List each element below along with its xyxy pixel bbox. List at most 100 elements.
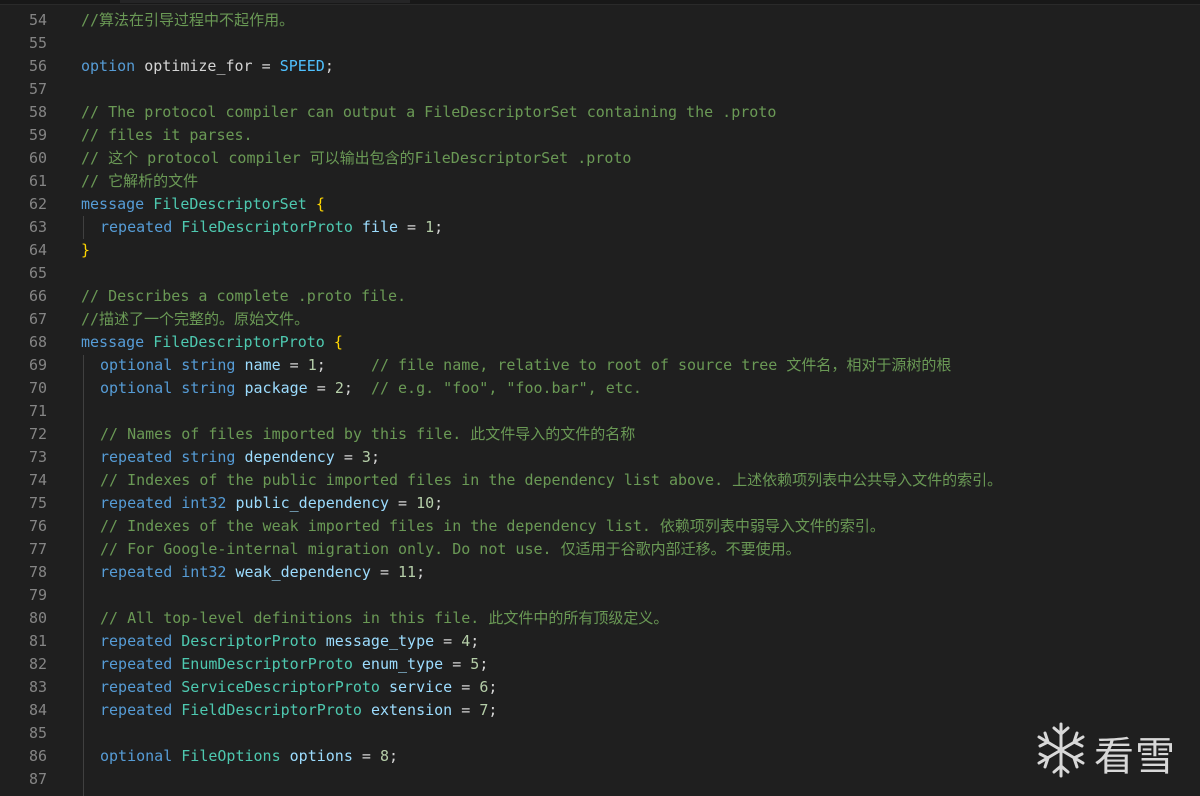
line-code[interactable]: //算法在引导过程中不起作用。 xyxy=(81,9,294,32)
code-line[interactable]: 82 repeated EnumDescriptorProto enum_type… xyxy=(0,653,1200,676)
line-code[interactable]: message FileDescriptorProto { xyxy=(81,331,343,354)
code-token: optional xyxy=(100,747,173,765)
code-token: 7 xyxy=(479,701,489,719)
line-number: 67 xyxy=(28,310,47,328)
code-line[interactable]: 83 repeated ServiceDescriptorProto servic… xyxy=(0,676,1200,699)
code-line[interactable]: 66 // Describes a complete .proto file. xyxy=(0,285,1200,308)
code-token: ; xyxy=(316,356,371,374)
code-line[interactable]: 76 // Indexes of the weak imported files … xyxy=(0,515,1200,538)
code-line[interactable]: 81 repeated DescriptorProto message_type … xyxy=(0,630,1200,653)
code-line[interactable]: 62 message FileDescriptorSet { xyxy=(0,193,1200,216)
code-line[interactable]: 55 xyxy=(0,32,1200,55)
code-line[interactable]: 65 xyxy=(0,262,1200,285)
code-line[interactable]: 75 repeated int32 public_dependency = 10; xyxy=(0,492,1200,515)
line-code[interactable]: // Describes a complete .proto file. xyxy=(81,285,406,308)
code-editor[interactable]: 54 //算法在引导过程中不起作用。 55 56 option optimize_for… xyxy=(0,0,1200,796)
line-code[interactable]: // All top-level definitions in this fil… xyxy=(100,607,668,630)
line-code[interactable]: optional string package = 2; // e.g. "fo… xyxy=(100,377,642,400)
line-code[interactable]: repeated FieldDescriptorProto extension … xyxy=(100,699,497,722)
code-token: file xyxy=(361,218,399,236)
indent-guide-fdp xyxy=(83,355,84,796)
code-token: // Indexes of the weak imported files in… xyxy=(100,517,885,535)
line-code[interactable]: //描述了一个完整的。原始文件。 xyxy=(81,308,309,331)
line-code[interactable]: // 它解析的文件 xyxy=(81,170,198,193)
line-number: 54 xyxy=(28,11,47,29)
line-code[interactable]: message FileDescriptorSet { xyxy=(81,193,325,216)
code-token: repeated xyxy=(100,448,173,466)
code-line[interactable]: 72 // Names of files imported by this fil… xyxy=(0,423,1200,446)
code-token: string xyxy=(181,356,236,374)
code-token: // The protocol compiler can output a Fi… xyxy=(81,103,777,121)
code-token: ; xyxy=(434,218,444,236)
line-code[interactable]: // 这个 protocol compiler 可以输出包含的FileDescr… xyxy=(81,147,631,170)
code-line[interactable]: 84 repeated FieldDescriptorProto extensio… xyxy=(0,699,1200,722)
code-line[interactable]: 77 // For Google-internal migration only.… xyxy=(0,538,1200,561)
code-token: 4 xyxy=(461,632,471,650)
line-code[interactable]: optional FileOptions options = 8; xyxy=(100,745,398,768)
code-token: 1 xyxy=(307,356,317,374)
code-token: //算法在引导过程中不起作用。 xyxy=(81,11,295,29)
code-line[interactable]: 67 //描述了一个完整的。原始文件。 xyxy=(0,308,1200,331)
code-line[interactable]: 58 // The protocol compiler can output a … xyxy=(0,101,1200,124)
line-code[interactable]: // For Google-internal migration only. D… xyxy=(100,538,801,561)
code-line[interactable]: 64} xyxy=(0,239,1200,262)
line-code[interactable]: // files it parses. xyxy=(81,124,253,147)
code-line[interactable]: 74 // Indexes of the public imported file… xyxy=(0,469,1200,492)
code-line[interactable]: 73 repeated string dependency = 3; xyxy=(0,446,1200,469)
code-line[interactable]: 70 optional string package = 2; // e.g. "… xyxy=(0,377,1200,400)
line-code[interactable]: repeated FileDescriptorProto file = 1; xyxy=(100,216,443,239)
line-code[interactable]: repeated string dependency = 3; xyxy=(100,446,380,469)
code-token: public_dependency xyxy=(235,494,389,512)
code-token: service xyxy=(389,678,453,696)
line-code[interactable]: } xyxy=(81,239,90,262)
line-code[interactable]: optional string name = 1; // file name, … xyxy=(100,354,951,377)
line-number: 78 xyxy=(28,563,47,581)
code-line[interactable]: 71 xyxy=(0,400,1200,423)
line-code[interactable]: // Indexes of the weak imported files in… xyxy=(100,515,885,538)
code-line[interactable]: 86 optional FileOptions options = 8; xyxy=(0,745,1200,768)
code-line[interactable]: 78 repeated int32 weak_dependency = 11; xyxy=(0,561,1200,584)
line-number: 74 xyxy=(28,471,47,489)
code-line[interactable]: 54 //算法在引导过程中不起作用。 xyxy=(0,9,1200,32)
line-code[interactable]: repeated int32 weak_dependency = 11; xyxy=(100,561,425,584)
code-line[interactable]: 56 option optimize_for = SPEED; xyxy=(0,55,1200,78)
code-token: dependency xyxy=(244,448,335,466)
line-code[interactable]: // The protocol compiler can output a Fi… xyxy=(81,101,776,124)
line-number: 58 xyxy=(28,103,47,121)
code-line[interactable]: 63 repeated FileDescriptorProto file = 1; xyxy=(0,216,1200,239)
code-token: // Describes a complete .proto file. xyxy=(81,287,407,305)
line-code[interactable]: repeated DescriptorProto message_type = … xyxy=(100,630,479,653)
line-number: 68 xyxy=(28,333,47,351)
code-line[interactable]: 57 xyxy=(0,78,1200,101)
line-code[interactable]: option optimize_for = SPEED; xyxy=(81,55,334,78)
code-token: // Indexes of the public imported files … xyxy=(100,471,1003,489)
line-code[interactable]: // Names of files imported by this file.… xyxy=(100,423,635,446)
code-line[interactable]: 69 optional string name = 1; // file name… xyxy=(0,354,1200,377)
code-token: int32 xyxy=(181,494,227,512)
code-line[interactable]: 85 xyxy=(0,722,1200,745)
line-code[interactable]: repeated ServiceDescriptorProto service … xyxy=(100,676,497,699)
code-token: extension xyxy=(370,701,453,719)
code-line[interactable]: 79 xyxy=(0,584,1200,607)
indent-guide-set xyxy=(83,216,84,239)
code-line[interactable]: 80 // All top-level definitions in this f… xyxy=(0,607,1200,630)
line-code[interactable]: repeated EnumDescriptorProto enum_type =… xyxy=(100,653,488,676)
code-token: string xyxy=(181,379,236,397)
code-line[interactable]: 59 // files it parses. xyxy=(0,124,1200,147)
code-token: = xyxy=(452,701,480,719)
code-line[interactable]: 60 // 这个 protocol compiler 可以输出包含的FileDes… xyxy=(0,147,1200,170)
code-line[interactable]: 61 // 它解析的文件 xyxy=(0,170,1200,193)
line-code[interactable]: repeated int32 public_dependency = 10; xyxy=(100,492,443,515)
line-code[interactable]: // Indexes of the public imported files … xyxy=(100,469,1002,492)
code-line[interactable]: 87 xyxy=(0,768,1200,791)
code-line[interactable]: 68 message FileDescriptorProto { xyxy=(0,331,1200,354)
code-token: ; xyxy=(416,563,426,581)
line-number: 79 xyxy=(28,586,47,604)
